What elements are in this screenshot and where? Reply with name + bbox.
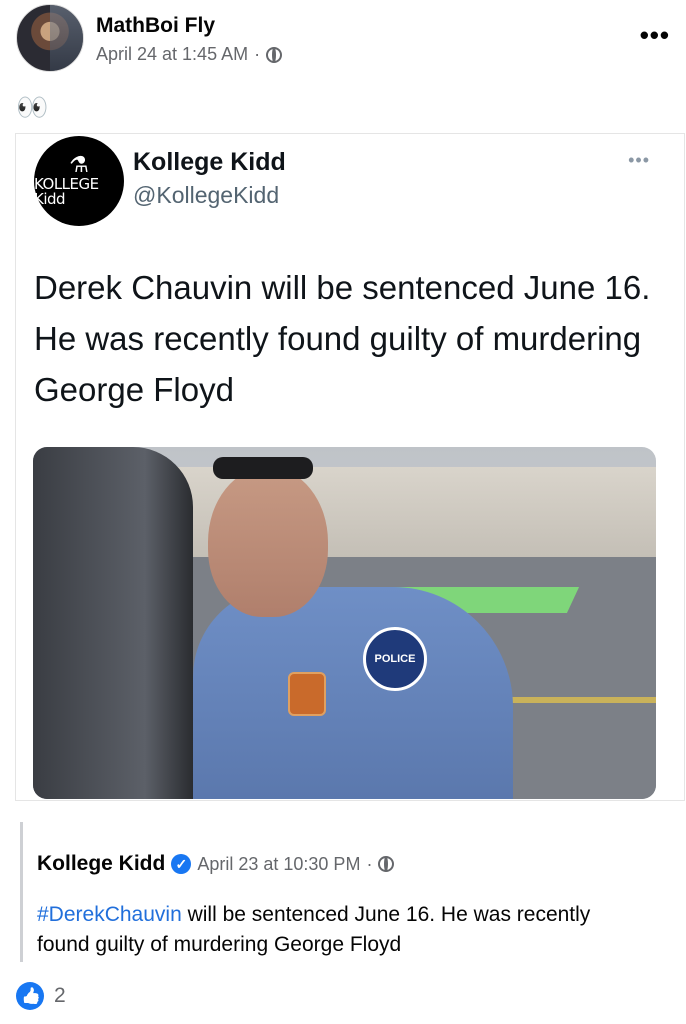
post-text: 👀 [16, 92, 49, 122]
tweet-author-handle: @KollegeKidd [133, 182, 280, 208]
globe-icon [378, 856, 395, 872]
hashtag-link[interactable]: #DerekChauvin [37, 903, 182, 926]
tweet-text: Derek Chauvin will be sentenced June 16.… [34, 269, 651, 408]
photo-officer-shirt [193, 587, 513, 799]
reaction-count[interactable]: 2 [54, 984, 66, 1008]
avatar-overlay [50, 5, 83, 71]
embedded-tweet-image[interactable]: ⚗ KOLLEGE Kidd Kollege Kidd @KollegeKidd… [15, 133, 685, 801]
shared-post[interactable]: Kollege Kidd ✓ April 23 at 10:30 PM · #D… [20, 822, 660, 962]
photo-car [33, 447, 193, 799]
post-timestamp[interactable]: April 24 at 1:45 AM [96, 44, 248, 65]
author-name[interactable]: MathBoi Fly [96, 14, 215, 38]
meta-separator: · [254, 44, 261, 64]
tweet-photo: POLICE [33, 447, 656, 799]
post-meta: April 24 at 1:45 AM · [96, 44, 283, 65]
tweet-avatar-text: KOLLEGE Kidd [34, 175, 99, 208]
shared-post-text: #DerekChauvin will be sentenced June 16.… [37, 900, 647, 960]
shared-author-name[interactable]: Kollege Kidd [37, 852, 165, 876]
more-options-button[interactable]: ••• [640, 20, 670, 51]
photo-police-patch: POLICE [363, 627, 427, 691]
tweet-avatar: ⚗ KOLLEGE Kidd [34, 136, 124, 226]
author-avatar[interactable] [16, 4, 84, 72]
globe-icon [266, 46, 283, 63]
shared-post-header: Kollege Kidd ✓ April 23 at 10:30 PM · [37, 852, 395, 876]
tweet-more-icon: ••• [628, 150, 650, 170]
photo-sunglasses [213, 457, 313, 479]
tweet-avatar-symbol: ⚗ [69, 153, 89, 178]
tweet-author-name: Kollege Kidd [133, 148, 286, 176]
shared-post-timestamp[interactable]: April 23 at 10:30 PM [197, 854, 360, 875]
reactions-bar[interactable]: 2 [16, 982, 66, 1010]
verified-badge-icon: ✓ [171, 854, 192, 874]
photo-officer-head [208, 467, 328, 617]
post-header: MathBoi Fly April 24 at 1:45 AM · ••• [16, 4, 670, 74]
shared-post-meta: April 23 at 10:30 PM · [197, 853, 395, 875]
meta-separator: · [366, 853, 373, 874]
like-icon [16, 982, 44, 1010]
photo-badge [288, 672, 326, 716]
